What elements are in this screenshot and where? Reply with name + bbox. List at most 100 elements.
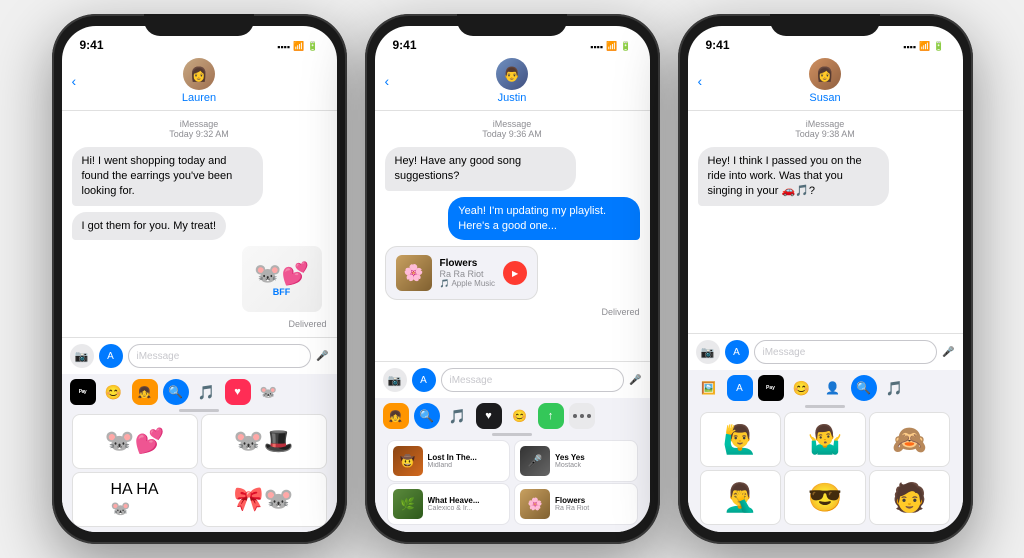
emoji-icon-2[interactable]: 😊 — [507, 403, 533, 429]
input-bar-3: 📷 A iMessage 🎤 — [688, 333, 963, 370]
memoji-icon-3[interactable]: 😊 — [789, 375, 815, 401]
heart-icon-1[interactable]: ♥ — [225, 379, 251, 405]
photos-icon[interactable]: 🖼️ — [696, 375, 722, 401]
back-button-1[interactable]: ‹ — [72, 73, 77, 89]
ml-item-1[interactable]: 🤠 Lost In The... Midland — [387, 440, 511, 482]
camera-icon-2[interactable]: 📷 — [383, 368, 407, 392]
app-tray-2: 👧 🔍 🎵 ♥ 😊 ↑ 🤠 Lost In — [375, 398, 650, 532]
ml-item-3[interactable]: 🌿 What Heave... Calexico & Ir... — [387, 483, 511, 525]
msg-incoming-4: Hey! I think I passed you on the ride in… — [698, 147, 889, 206]
time-2: 9:41 — [393, 38, 417, 52]
imessage-label-3: iMessageToday 9:38 AM — [698, 119, 953, 139]
more-dots — [569, 403, 595, 429]
imessage-input-2[interactable]: iMessage — [441, 368, 625, 392]
ml-thumb-4: 🌸 — [520, 489, 550, 519]
avatar-2: 👨 — [496, 58, 528, 90]
sticker-2[interactable]: 🐭🎩 — [201, 414, 327, 469]
notch-2 — [457, 14, 567, 36]
music-title: Flowers — [440, 258, 496, 269]
ml-artist-2: Mostack — [555, 462, 632, 469]
appstore-icon-3[interactable]: A — [725, 340, 749, 364]
phone-2: 9:41 ▪▪▪▪ 📶 🔋 ‹ 👨 Justin iMessageToday 9… — [365, 14, 660, 544]
sticker-3[interactable]: HA HA🐭 — [72, 472, 198, 527]
memoji-icon-2[interactable]: 👧 — [383, 403, 409, 429]
memoji-icon-1[interactable]: 😊 — [101, 379, 127, 405]
store-icon[interactable]: A — [727, 375, 753, 401]
voice-icon-3[interactable]: 🎤 — [942, 347, 954, 358]
disney-icon-1[interactable]: 🐭 — [256, 379, 282, 405]
battery-icon: 🔋 — [307, 41, 318, 52]
memoji-5[interactable]: 😎 — [784, 470, 866, 525]
ml-info-3: What Heave... Calexico & Ir... — [428, 496, 505, 512]
wifi-3: 📶 — [919, 41, 930, 52]
applepay-icon[interactable]: Pay — [70, 379, 96, 405]
memoji-4[interactable]: 🤦‍♂️ — [700, 470, 782, 525]
avatar-img-3: 👩 — [809, 58, 841, 90]
wifi-icon: 📶 — [293, 41, 304, 52]
time-3: 9:41 — [706, 38, 730, 52]
memoji-3[interactable]: 🙈 — [869, 412, 951, 467]
phone-3: 9:41 ▪▪▪▪ 📶 🔋 ‹ 👩 Susan iMessageToday 9:… — [678, 14, 973, 544]
appstore-icon-1[interactable]: A — [99, 344, 123, 368]
imessage-input-3[interactable]: iMessage — [754, 340, 938, 364]
music-source: 🎵 Apple Music — [440, 279, 496, 288]
search-icon-3[interactable]: 🔍 — [851, 375, 877, 401]
appstore-icon-2[interactable]: A — [412, 368, 436, 392]
avatar-img-2: 👨 — [496, 58, 528, 90]
battery-3: 🔋 — [933, 41, 944, 52]
contact-name-1[interactable]: Lauren — [182, 92, 216, 104]
ml-item-2[interactable]: 🎤 Yes Yes Mostack — [514, 440, 638, 482]
msg-outgoing-1: Yeah! I'm updating my playlist. Here's a… — [448, 197, 639, 241]
music-icon-3[interactable]: 🎵 — [882, 375, 908, 401]
voice-icon-2[interactable]: 🎤 — [629, 375, 641, 386]
avatar-img-1: 👩 — [183, 58, 215, 90]
ml-info-2: Yes Yes Mostack — [555, 453, 632, 469]
search-icon-2[interactable]: 🔍 — [414, 403, 440, 429]
green-icon[interactable]: ↑ — [538, 403, 564, 429]
back-button-3[interactable]: ‹ — [698, 73, 703, 89]
sticker-bff: 🐭💕 BFF — [242, 246, 322, 312]
memoji-6[interactable]: 🧑 — [869, 470, 951, 525]
notch-1 — [144, 14, 254, 36]
person-icon[interactable]: 👤 — [820, 375, 846, 401]
sticker-4[interactable]: 🎀🐭 — [201, 472, 327, 527]
music-icon-1[interactable]: 🎵 — [194, 379, 220, 405]
music-row-2: 🌿 What Heave... Calexico & Ir... 🌸 Flowe… — [387, 483, 638, 525]
music-icon-2[interactable]: 🎵 — [445, 403, 471, 429]
voice-icon-1[interactable]: 🎤 — [316, 351, 328, 362]
camera-icon-3[interactable]: 📷 — [696, 340, 720, 364]
ml-info-1: Lost In The... Midland — [428, 453, 505, 469]
dark-icon[interactable]: ♥ — [476, 403, 502, 429]
contact-name-2[interactable]: Justin — [498, 92, 527, 104]
app-tray-1: Pay 😊 👧 🔍 🎵 ♥ 🐭 🐭💕 🐭🎩 HA HA🐭 🎀🐭 — [62, 374, 337, 532]
memoji-1[interactable]: 🙋‍♂️ — [700, 412, 782, 467]
more-icon[interactable] — [569, 403, 595, 429]
play-button[interactable]: ▶ — [503, 261, 527, 285]
tray-icons-2: 👧 🔍 🎵 ♥ 😊 ↑ — [383, 403, 642, 429]
ml-thumb-2: 🎤 — [520, 446, 550, 476]
contact-2[interactable]: 👨 Justin — [496, 58, 528, 104]
memoji-2[interactable]: 🤷‍♂️ — [784, 412, 866, 467]
search-icon-tray[interactable]: 🔍 — [163, 379, 189, 405]
avatar-1: 👩 — [183, 58, 215, 90]
time-1: 9:41 — [80, 38, 104, 52]
contact-1[interactable]: 👩 Lauren — [182, 58, 216, 104]
camera-icon-1[interactable]: 📷 — [70, 344, 94, 368]
contact-3[interactable]: 👩 Susan — [809, 58, 841, 104]
music-row-1: 🤠 Lost In The... Midland 🎤 Yes Yes Mosta… — [387, 440, 638, 482]
music-card[interactable]: 🌸 Flowers Ra Ra Riot 🎵 Apple Music ▶ — [385, 246, 539, 300]
tray-icons-1: Pay 😊 👧 🔍 🎵 ♥ 🐭 — [70, 379, 329, 405]
ml-item-4[interactable]: 🌸 Flowers Ra Ra Riot — [514, 483, 638, 525]
signal-icon: ▪▪▪▪ — [277, 42, 290, 52]
ml-title-3: What Heave... — [428, 496, 505, 505]
animoji-icon-1[interactable]: 👧 — [132, 379, 158, 405]
contact-name-3[interactable]: Susan — [809, 92, 840, 104]
signal-2: ▪▪▪▪ — [590, 42, 603, 52]
imessage-label-1: iMessageToday 9:32 AM — [72, 119, 327, 139]
back-button-2[interactable]: ‹ — [385, 73, 390, 89]
applepay-icon-3[interactable]: Pay — [758, 375, 784, 401]
sticker-1[interactable]: 🐭💕 — [72, 414, 198, 469]
ml-artist-3: Calexico & Ir... — [428, 505, 505, 512]
input-bar-1: 📷 A iMessage 🎤 — [62, 337, 337, 374]
imessage-input-1[interactable]: iMessage — [128, 344, 312, 368]
